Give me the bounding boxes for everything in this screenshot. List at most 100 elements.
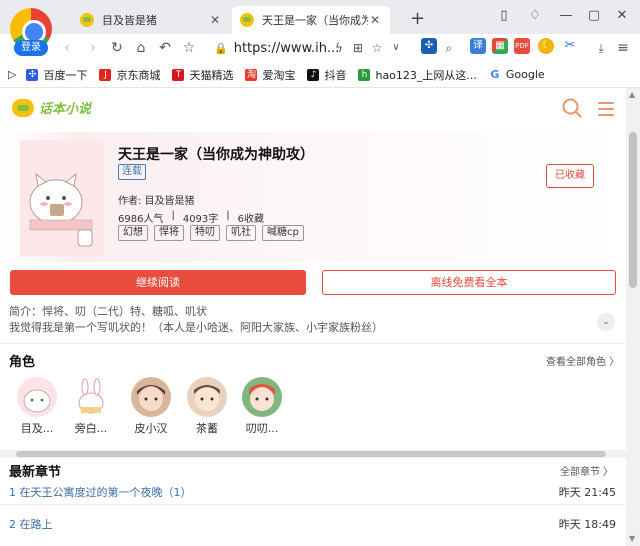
continue-reading-button[interactable]: 继续阅读 (10, 270, 306, 295)
character-name: 皮小汉 (134, 422, 168, 435)
home-icon[interactable]: ⌂ (132, 39, 150, 57)
scrollbar-thumb[interactable] (629, 132, 637, 288)
tag-list: 幻想 悍将 特叨 叽社 喊糖cp (118, 225, 304, 241)
bookmark-douyin[interactable]: ♪ 抖音 (307, 67, 346, 83)
hamburger-menu-icon[interactable] (598, 102, 614, 120)
character-name: 叨叨... (245, 422, 279, 435)
stat-separator: | (226, 210, 230, 221)
intro-line: 简介：悍将、叨（二代）特、糖呱、叽状 (9, 305, 207, 318)
site-favicon-icon (80, 13, 94, 27)
character-name: 目及... (20, 422, 54, 435)
collection-count: 6收藏 (237, 214, 265, 225)
window-mode-icon[interactable]: ▯ (496, 8, 512, 23)
forward-icon[interactable]: › (84, 39, 102, 57)
maximize-icon[interactable]: ▢ (586, 8, 602, 23)
chapter-title: 2 在路上 (9, 518, 53, 531)
character-item[interactable]: 旁白... (68, 377, 114, 436)
url-text: https://www.ih... (233, 40, 340, 56)
cat-illustration-icon (20, 140, 104, 256)
pdf-icon[interactable]: PDF (514, 38, 530, 54)
avatar (131, 377, 171, 417)
aitaobao-icon: 淘 (245, 68, 258, 81)
bookmark-baidu[interactable]: ✣ 百度一下 (26, 67, 87, 83)
search-icon[interactable] (562, 98, 582, 118)
grid-icon[interactable]: ⊞ (349, 39, 367, 57)
chevron-down-icon[interactable]: ∨ (387, 39, 405, 57)
bookmark-aitaobao[interactable]: 淘爱淘宝 (245, 67, 295, 83)
new-tab-button[interactable]: + (410, 8, 425, 29)
chapter-row[interactable]: 2 在路上 昨天 18:49 (0, 512, 626, 534)
lightning-icon[interactable]: ϟ (330, 39, 348, 57)
undo-close-icon[interactable]: ↶ (156, 39, 174, 57)
character-scrollbar[interactable] (0, 450, 626, 458)
character-item[interactable]: 目及... (14, 377, 60, 436)
character-name: 旁白... (74, 422, 108, 435)
moon-icon[interactable]: ☾ (538, 38, 554, 54)
reload-icon[interactable]: ↻ (108, 39, 126, 57)
translate-icon[interactable]: 译 (470, 38, 486, 54)
download-icon[interactable]: ⤓ (592, 39, 610, 57)
shirt-skin-icon[interactable]: ♢ (527, 8, 543, 23)
bookmark-google[interactable]: G Google (488, 67, 545, 81)
book-title: 天王是一家（当你成为神助攻） (118, 147, 314, 163)
tag-item[interactable]: 特叨 (190, 225, 220, 241)
expand-intro-chevron-icon[interactable]: ⌄ (597, 313, 615, 331)
page-scrollbar[interactable]: ▲ ▼ (626, 88, 640, 546)
paw-search-icon[interactable]: ✣ (421, 38, 437, 54)
character-item[interactable]: 茶蓄 (184, 377, 230, 436)
close-icon[interactable]: ✕ (368, 13, 382, 27)
book-cover[interactable] (20, 140, 104, 256)
characters-title: 角色 (9, 355, 36, 370)
scroll-down-icon[interactable]: ▼ (629, 534, 635, 543)
logo-icon (12, 98, 34, 117)
login-button[interactable]: 登录 (14, 40, 48, 56)
scroll-up-icon[interactable]: ▲ (629, 90, 635, 99)
word-count: 4093字 (182, 214, 219, 225)
tag-item[interactable]: 叽社 (226, 225, 256, 241)
bookmark-jd[interactable]: J 京东商城 (99, 67, 160, 83)
character-item[interactable]: 叨叨... (239, 377, 285, 436)
book-stats: 6986人气 | 4093字 | 6收藏 (118, 210, 264, 225)
tab-label: 天王是一家（当你成为神助 (262, 14, 368, 27)
logo-text: 话本小说 (39, 102, 92, 117)
bookmark-star-icon[interactable]: ☆ (180, 39, 198, 57)
google-icon: G (488, 67, 501, 81)
menu-icon[interactable]: ≡ (614, 39, 632, 57)
minimize-icon[interactable]: — (558, 8, 574, 23)
close-icon[interactable]: ✕ (208, 13, 222, 27)
tab-mujijieshizhu[interactable]: 目及皆是猪 ✕ (72, 6, 230, 34)
chapter-time: 昨天 18:49 (558, 518, 616, 531)
offline-free-read-button[interactable]: 离线免费看全本 (322, 270, 616, 295)
status-badge: 连载 (118, 164, 146, 180)
bookmark-hao123[interactable]: h hao123_上网从这... (358, 67, 477, 83)
favorite-icon[interactable]: ☆ (368, 39, 386, 57)
bookmark-tmall[interactable]: T 天猫精选 (172, 67, 233, 83)
tag-item[interactable]: 喊糖cp (262, 225, 304, 241)
site-favicon-icon (240, 13, 254, 27)
back-icon[interactable]: ‹ (58, 39, 76, 57)
chapter-row[interactable]: 1 在天王公寓度过的第一个夜晚（1） 昨天 21:45 (0, 480, 626, 502)
browser-tab-bar: 目及皆是猪 ✕ 天王是一家（当你成为神助 ✕ + ▯ ♢ — ▢ ✕ (0, 0, 640, 34)
jd-icon: J (99, 68, 112, 81)
window-close-icon[interactable]: ✕ (614, 8, 630, 23)
character-item[interactable]: 皮小汉 (128, 377, 174, 436)
avatar (187, 377, 227, 417)
tag-item[interactable]: 悍将 (154, 225, 184, 241)
chapter-title: 1 在天王公寓度过的第一个夜晚（1） (9, 486, 192, 499)
book-author[interactable]: 作者: 目及皆是猪 (118, 192, 195, 207)
tag-item[interactable]: 幻想 (118, 225, 148, 241)
search-icon[interactable]: ⌕ (440, 39, 458, 57)
scrollbar-thumb[interactable] (16, 451, 606, 457)
douyin-icon: ♪ (307, 68, 320, 81)
web-page: 话本小说 天王是一家（当你成为神助攻） 连载 作者: 目及皆是猪 6986人气 … (0, 88, 626, 546)
site-logo[interactable]: 话本小说 (12, 98, 91, 117)
tab-active-book[interactable]: 天王是一家（当你成为神助 ✕ (232, 6, 390, 34)
scissors-icon[interactable]: ✂ (562, 38, 578, 54)
apps-icon[interactable]: ▦ (492, 38, 508, 54)
collected-button[interactable]: 已收藏 (546, 164, 594, 188)
bookmarks-bar: ▷ ✣ 百度一下 J 京东商城 T 天猫精选 淘爱淘宝 ♪ 抖音 h hao123_上网从… (0, 62, 640, 88)
bookmarks-toggle-icon[interactable]: ▷ (8, 68, 16, 81)
view-all-characters-link[interactable]: 查看全部角色 〉 (546, 353, 619, 368)
site-header: 话本小说 (0, 88, 626, 132)
all-chapters-link[interactable]: 全部章节 〉 (560, 463, 613, 478)
